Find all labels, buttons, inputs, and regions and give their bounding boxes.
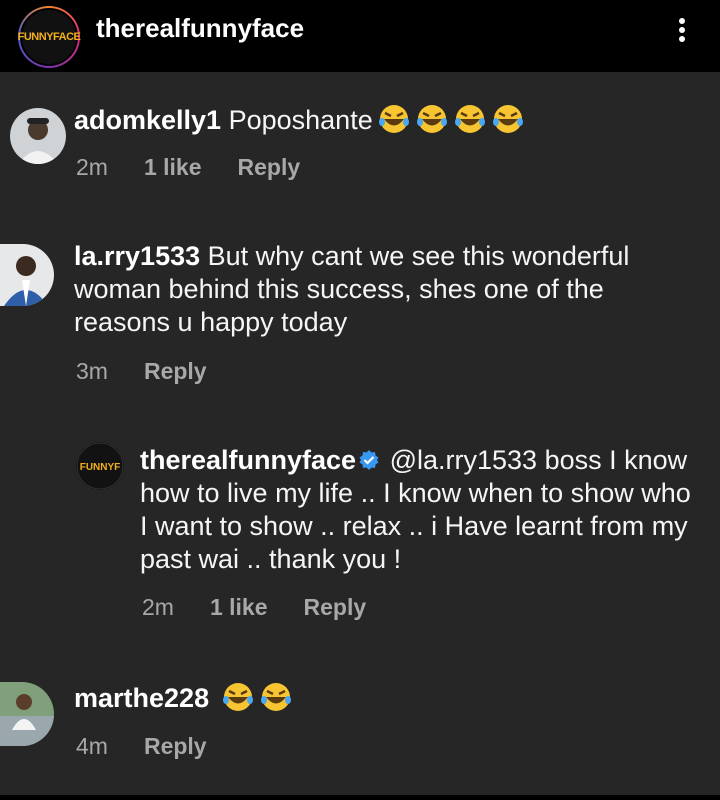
reply-button[interactable]: Reply bbox=[304, 594, 367, 621]
comment-username[interactable]: la.rry1533 bbox=[74, 241, 200, 271]
comment-username[interactable]: marthe228 bbox=[74, 683, 209, 713]
user-avatar[interactable] bbox=[0, 244, 54, 306]
user-avatar[interactable]: FUNNYF bbox=[76, 442, 124, 490]
laughing-emoji-icon bbox=[217, 683, 255, 713]
reply-button[interactable]: Reply bbox=[144, 358, 207, 385]
header-username[interactable]: therealfunnyface bbox=[96, 13, 304, 44]
user-avatar[interactable] bbox=[10, 108, 66, 164]
comment-meta: 2m 1 like Reply bbox=[142, 594, 402, 621]
bottom-divider bbox=[0, 795, 720, 800]
laughing-emoji-icon bbox=[373, 105, 411, 135]
comment-body: therealfunnyface @la.rry1533 boss I know… bbox=[140, 444, 700, 576]
user-avatar[interactable] bbox=[0, 682, 54, 746]
comment-timestamp: 2m bbox=[76, 154, 108, 180]
comment-username[interactable]: therealfunnyface bbox=[140, 445, 356, 475]
comment-body: adomkelly1 Poposhante bbox=[74, 104, 525, 137]
reply-button[interactable]: Reply bbox=[238, 154, 301, 181]
profile-avatar[interactable]: FUNNYFACE bbox=[18, 6, 81, 68]
comment-likes[interactable]: 1 like bbox=[144, 154, 202, 181]
comment-username[interactable]: adomkelly1 bbox=[74, 105, 221, 135]
comment-likes[interactable]: 1 like bbox=[210, 594, 268, 621]
svg-text:FUNNYF: FUNNYF bbox=[80, 462, 121, 473]
comment-meta: 4m Reply bbox=[76, 733, 243, 760]
comment-text: Poposhante bbox=[228, 105, 373, 135]
comment-timestamp: 4m bbox=[76, 733, 108, 759]
laughing-emoji-icon bbox=[487, 105, 525, 135]
comment-body: marthe228 bbox=[74, 682, 293, 715]
laughing-emoji-icon bbox=[255, 683, 293, 713]
avatar-logo-text: FUNNYFACE bbox=[18, 8, 81, 66]
more-options-icon[interactable] bbox=[672, 12, 692, 48]
comment-body: la.rry1533 But why cant we see this wond… bbox=[74, 240, 704, 339]
verified-badge-icon bbox=[356, 445, 382, 475]
laughing-emoji-icon bbox=[411, 105, 449, 135]
comment-timestamp: 3m bbox=[76, 358, 108, 384]
profile-header: FUNNYFACE therealfunnyface bbox=[0, 0, 720, 72]
comment-timestamp: 2m bbox=[142, 594, 174, 620]
laughing-emoji-icon bbox=[449, 105, 487, 135]
comment-meta: 3m Reply bbox=[76, 358, 243, 385]
reply-button[interactable]: Reply bbox=[144, 733, 207, 760]
comment-meta: 2m 1 like Reply bbox=[76, 154, 336, 181]
